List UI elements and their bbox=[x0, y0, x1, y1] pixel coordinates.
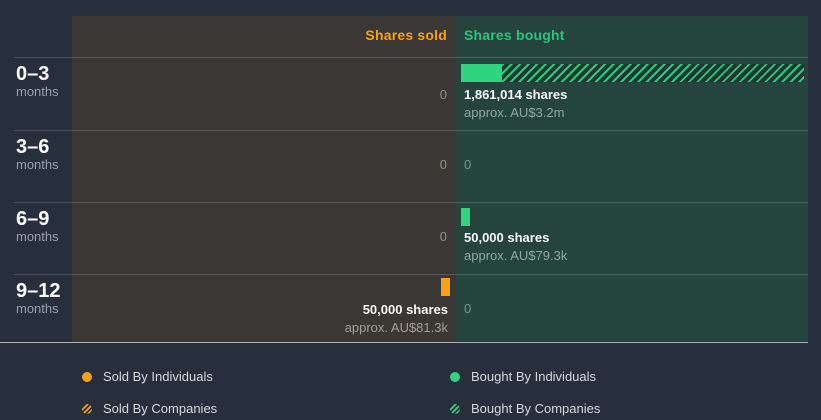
legend-label: Bought By Companies bbox=[471, 401, 601, 416]
insider-trading-chart: Shares sold Shares bought 0–3 months 3–6… bbox=[0, 0, 821, 420]
sold-value-block: 50,000 shares approx. AU$81.3k bbox=[72, 301, 448, 337]
legend-label: Sold By Individuals bbox=[103, 369, 213, 384]
bought-individuals-marker-icon bbox=[450, 371, 460, 382]
period-label: 6–9 bbox=[16, 208, 50, 230]
bought-zero-value: 0 bbox=[464, 301, 472, 316]
sold-zero-value: 0 bbox=[439, 229, 447, 244]
sold-companies-marker-icon bbox=[82, 403, 92, 414]
row-separator bbox=[14, 274, 808, 275]
bought-approx-value: approx. AU$79.3k bbox=[464, 248, 568, 263]
period-label: 9–12 bbox=[16, 280, 61, 302]
legend-bought-companies[interactable]: Bought By Companies bbox=[450, 402, 600, 415]
bought-shares-value: 50,000 shares bbox=[464, 230, 550, 245]
sold-shares-value: 50,000 shares bbox=[362, 302, 448, 317]
row-separator bbox=[14, 130, 808, 131]
bar-segment-bought-hatched[interactable] bbox=[502, 64, 804, 82]
chart-baseline bbox=[0, 342, 808, 343]
period-unit: months bbox=[16, 301, 59, 316]
bar-segment-bought-solid[interactable] bbox=[461, 208, 470, 226]
period-unit: months bbox=[16, 157, 59, 172]
legend-bought-individuals[interactable]: Bought By Individuals bbox=[450, 370, 596, 383]
period-unit: months bbox=[16, 84, 59, 99]
legend-label: Sold By Companies bbox=[103, 401, 218, 416]
sold-approx-value: approx. AU$81.3k bbox=[344, 320, 448, 335]
period-unit: months bbox=[16, 229, 59, 244]
bar-segment-sold-solid[interactable] bbox=[441, 278, 450, 296]
bought-approx-value: approx. AU$3.2m bbox=[464, 105, 565, 120]
sold-zero-value: 0 bbox=[439, 87, 447, 102]
bought-value-block: 50,000 shares approx. AU$79.3k bbox=[464, 229, 567, 265]
sold-zero-value: 0 bbox=[439, 157, 447, 172]
bought-shares-value: 1,861,014 shares bbox=[464, 87, 568, 102]
row-separator bbox=[14, 202, 808, 203]
legend-sold-companies[interactable]: Sold By Companies bbox=[82, 402, 217, 415]
bought-bar[interactable] bbox=[461, 208, 470, 226]
shares-bought-header: Shares bought bbox=[464, 27, 565, 43]
period-label: 3–6 bbox=[16, 136, 50, 158]
row-separator bbox=[14, 57, 808, 58]
shares-sold-header: Shares sold bbox=[365, 27, 447, 43]
bought-value-block: 1,861,014 shares approx. AU$3.2m bbox=[464, 86, 567, 122]
bar-segment-bought-solid[interactable] bbox=[461, 64, 502, 82]
legend-label: Bought By Individuals bbox=[471, 369, 597, 384]
sold-individuals-marker-icon bbox=[82, 371, 92, 382]
bought-bar[interactable] bbox=[461, 64, 804, 82]
period-label: 0–3 bbox=[16, 63, 50, 85]
legend-sold-individuals[interactable]: Sold By Individuals bbox=[82, 370, 213, 383]
sold-bar[interactable] bbox=[72, 278, 450, 296]
bought-zero-value: 0 bbox=[464, 157, 472, 172]
bought-companies-marker-icon bbox=[450, 403, 460, 414]
